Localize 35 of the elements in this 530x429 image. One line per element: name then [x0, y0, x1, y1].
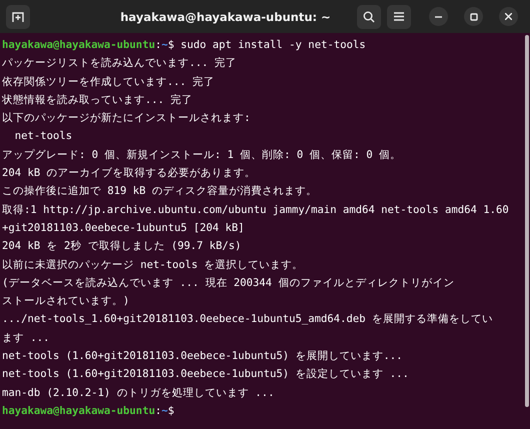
output-line: net-tools (1.60+git20181103.0eebece-1ubuntu5) を展開しています...	[2, 349, 404, 364]
output-line: .../net-tools_1.60+git20181103.0eebece-1ubuntu5_amd64.deb を展開する準備をしてい	[2, 312, 494, 328]
output-line: 204 kB を 2秒 で取得しました (99.7 kB/s)	[2, 239, 242, 254]
new-tab-button[interactable]	[6, 4, 30, 28]
output-line: +git20181103.0eebece-1ubuntu5 [204 kB]	[2, 220, 246, 236]
close-button[interactable]	[499, 7, 518, 26]
new-tab-icon	[12, 10, 24, 22]
output-line: net-tools (1.60+git20181103.0eebece-1ubuntu5) を設定しています ...	[2, 367, 410, 382]
output-line: 204 kB のアーカイブを取得する必要があります。	[2, 166, 257, 182]
minimize-button[interactable]	[429, 7, 448, 26]
output-line: ストールされています。)	[2, 294, 130, 310]
output-line: この操作後に追加で 819 kB のディスク容量が消費されます。	[2, 184, 318, 200]
prompt-line: hayakawa@hayakawa-ubuntu:~$ sudo apt install -y net-tools	[2, 38, 367, 53]
close-icon	[505, 13, 512, 20]
output-line: パッケージリストを読み込んでいます... 完了	[2, 56, 238, 72]
output-line: 依存関係ツリーを作成しています... 完了	[2, 74, 216, 90]
output-line: 以前に未選択のパッケージ net-tools を選択しています。	[2, 258, 304, 273]
maximize-icon	[470, 12, 478, 20]
minimize-icon	[435, 16, 442, 18]
output-line: net-tools	[14, 129, 74, 144]
prompt-line: hayakawa@hayakawa-ubuntu:~$	[2, 404, 176, 419]
output-line: 取得:1 http://jp.archive.ubuntu.com/ubuntu jammy/main amd64 net-tools amd64 1.60	[2, 202, 510, 218]
search-button[interactable]	[357, 4, 381, 28]
window-title: hayakawa@hayakawa-ubuntu: ~	[119, 10, 332, 24]
output-line: (データベースを読み込んでいます ... 現在 200344 個のファイルとディレクトリがイン	[2, 276, 456, 291]
output-line: 以下のパッケージが新たにインストールされます:	[2, 111, 252, 126]
menu-button[interactable]	[387, 4, 411, 28]
output-line: ます ...	[2, 330, 51, 346]
search-icon	[363, 10, 375, 22]
menu-icon	[394, 12, 404, 21]
output-line: 状態情報を読み取っています... 完了	[2, 92, 194, 108]
output-line: アップグレード: 0 個、新規インストール: 1 個、削除: 0 個、保留: 0 個。	[2, 148, 402, 163]
scrollbar[interactable]	[525, 35, 529, 407]
maximize-button[interactable]	[464, 7, 483, 26]
output-line: man-db (2.10.2-1) のトリガを処理しています ...	[2, 386, 276, 401]
